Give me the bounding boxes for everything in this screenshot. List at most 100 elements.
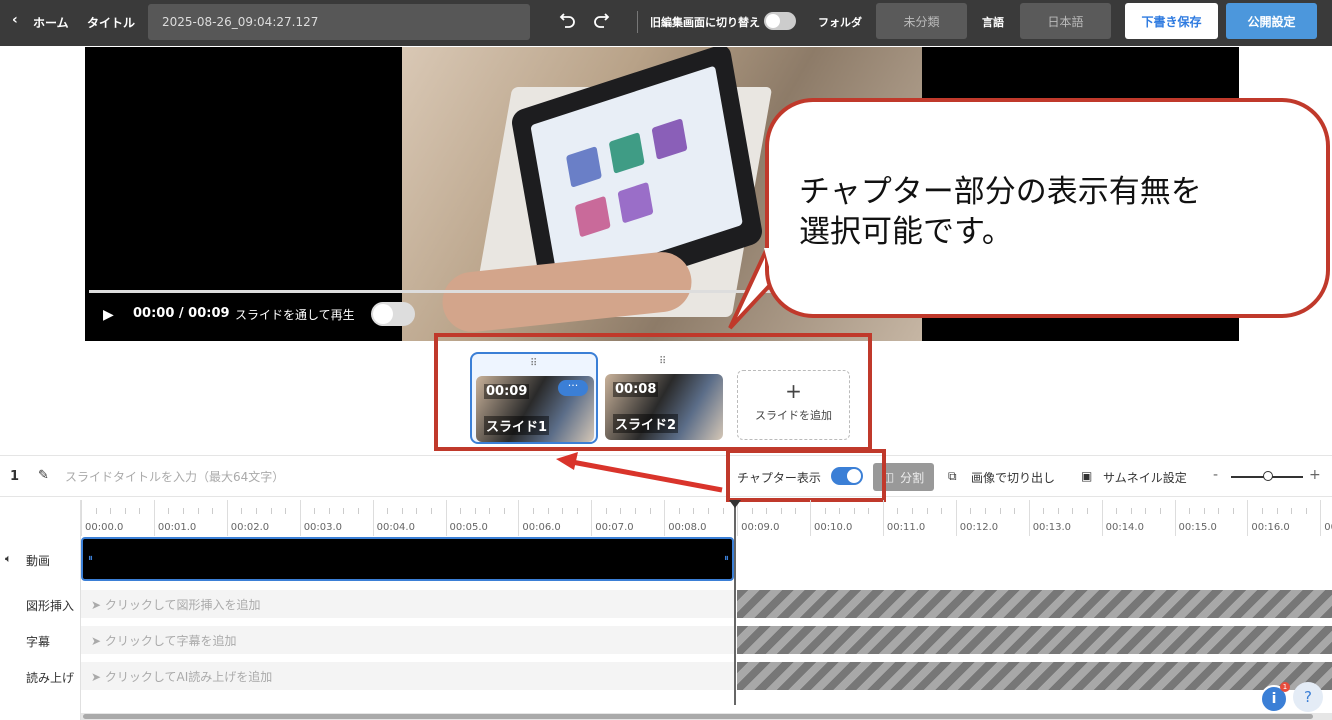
ruler-minor-tick bbox=[1261, 508, 1263, 514]
ruler-label: 00:02.0 bbox=[230, 522, 270, 533]
disabled-region bbox=[737, 590, 1332, 618]
ruler-label: 00:15.0 bbox=[1178, 522, 1217, 533]
zoom-out-button[interactable]: - bbox=[1213, 467, 1218, 483]
narration-track-hint: クリックしてAI読み上げを追加 bbox=[104, 670, 273, 684]
title-input[interactable]: 2025-08-26_09:04:27.127 bbox=[148, 4, 530, 40]
back-chevron-icon[interactable]: ‹ bbox=[12, 12, 18, 28]
ruler-minor-tick bbox=[430, 508, 432, 514]
undo-icon[interactable] bbox=[556, 10, 580, 34]
ruler-label: 00:07.0 bbox=[595, 522, 634, 533]
title-label: タイトル bbox=[87, 16, 136, 30]
ruler-minor-tick bbox=[1057, 508, 1059, 514]
ruler-minor-tick bbox=[532, 508, 534, 514]
callout-line-2: 選択可能です。 bbox=[799, 214, 1013, 250]
track-label-narration: 読み上げ bbox=[26, 671, 75, 685]
ruler-minor-tick bbox=[824, 508, 826, 514]
slide-number: 1 bbox=[10, 469, 20, 484]
slide-title-input[interactable]: スライドタイトルを入力（最大64文字） bbox=[65, 468, 284, 485]
shape-track[interactable]: ➤ クリックして図形挿入を追加 bbox=[81, 590, 734, 618]
ruler-minor-tick bbox=[387, 508, 389, 514]
ruler-minor-tick bbox=[197, 508, 199, 514]
slide-card[interactable]: ⠿ 00:08 スライド2 bbox=[601, 352, 729, 444]
ruler-label: 00 bbox=[1324, 522, 1332, 533]
ruler-minor-tick bbox=[853, 508, 855, 514]
folder-select[interactable]: 未分類 bbox=[876, 3, 967, 39]
ruler-major-tick bbox=[1247, 500, 1249, 536]
publish-settings-button[interactable]: 公開設定 bbox=[1226, 3, 1317, 39]
zoom-in-button[interactable]: + bbox=[1309, 467, 1321, 483]
crop-image-button[interactable]: 画像で切り出し bbox=[971, 469, 1055, 486]
ruler-minor-tick bbox=[401, 508, 403, 514]
ruler-major-tick bbox=[153, 500, 155, 536]
video-time: 00:00 / 00:09 bbox=[133, 306, 230, 321]
ruler-minor-tick bbox=[897, 508, 899, 514]
drag-handle-icon[interactable]: ⠿ bbox=[530, 358, 537, 369]
play-through-toggle[interactable] bbox=[371, 302, 415, 326]
ruler-label: 00:10.0 bbox=[814, 522, 853, 533]
video-clip[interactable]: ⏸︎ ⏸︎ bbox=[81, 537, 734, 581]
save-draft-button[interactable]: 下書き保存 bbox=[1125, 3, 1218, 39]
ruler-label: 00:01.0 bbox=[157, 522, 197, 533]
thumbnail-settings-button[interactable]: サムネイル設定 bbox=[1103, 469, 1187, 486]
slide-thumbnail: 00:09 スライド1 ··· bbox=[476, 376, 594, 442]
ruler-minor-tick bbox=[1203, 508, 1205, 514]
ruler-minor-tick bbox=[722, 508, 724, 514]
clip-handle-right[interactable]: ⏸︎ bbox=[724, 553, 729, 564]
more-icon[interactable]: ··· bbox=[558, 380, 588, 396]
language-select[interactable]: 日本語 bbox=[1020, 3, 1111, 39]
playhead[interactable] bbox=[734, 500, 736, 705]
slide-name: スライド1 bbox=[484, 416, 550, 435]
ruler-minor-tick bbox=[1291, 508, 1293, 514]
volume-icon[interactable]: 🔈︎ bbox=[5, 552, 12, 566]
crop-image-icon[interactable]: ⧉ bbox=[948, 469, 957, 484]
thumbnail-icon[interactable]: ▣ bbox=[1081, 469, 1092, 483]
cursor-icon: ➤ bbox=[91, 598, 105, 612]
cursor-icon: ➤ bbox=[91, 670, 105, 684]
ruler-minor-tick bbox=[999, 508, 1001, 514]
play-through-label: スライドを通して再生 bbox=[235, 308, 355, 322]
callout-line-1: チャプター部分の表示有無を bbox=[799, 174, 1202, 210]
ruler-minor-tick bbox=[1232, 508, 1234, 514]
timeline-ruler[interactable]: 00:00.0 00:01.0 00:02.0 00:03.0 00:04.0 00:05… bbox=[81, 500, 1332, 536]
ruler-minor-tick bbox=[868, 508, 870, 514]
old-editor-toggle[interactable] bbox=[764, 12, 796, 30]
help-button[interactable]: ? bbox=[1293, 682, 1323, 712]
play-icon[interactable]: ▶ bbox=[103, 307, 117, 323]
ruler-label: 00:05.0 bbox=[449, 522, 488, 533]
ruler-minor-tick bbox=[1043, 508, 1045, 514]
ruler-label: 00:03.0 bbox=[303, 522, 343, 533]
ruler-major-tick bbox=[664, 500, 666, 536]
ruler-major-tick bbox=[372, 500, 374, 536]
highlight-box-chapter bbox=[726, 449, 886, 502]
language-label: 言語 bbox=[982, 16, 1004, 29]
old-editor-label: 旧編集画面に切り替え bbox=[650, 16, 760, 29]
cursor-icon: ➤ bbox=[91, 634, 105, 648]
slide-card[interactable]: ⠿ 00:09 スライド1 ··· bbox=[470, 352, 598, 444]
ruler-label: 00:08.0 bbox=[668, 522, 707, 533]
ruler-minor-tick bbox=[620, 508, 622, 514]
subtitle-track[interactable]: ➤ クリックして字幕を追加 bbox=[81, 626, 734, 654]
add-slide-label: スライドを追加 bbox=[755, 409, 832, 422]
playhead-marker[interactable] bbox=[729, 500, 741, 508]
ruler-major-tick bbox=[1174, 500, 1176, 536]
home-link[interactable]: ホーム bbox=[33, 14, 69, 31]
ruler-minor-tick bbox=[124, 508, 126, 514]
slide-thumbnail: 00:08 スライド2 bbox=[605, 374, 723, 440]
ruler-minor-tick bbox=[183, 508, 185, 514]
ruler-label: 00:16.0 bbox=[1251, 522, 1290, 533]
timeline-scrollbar[interactable] bbox=[81, 713, 1332, 720]
ruler-major-tick bbox=[299, 500, 301, 536]
redo-icon[interactable] bbox=[589, 10, 613, 34]
ruler-label: 00:04.0 bbox=[376, 522, 415, 533]
narration-track[interactable]: ➤ クリックしてAI読み上げを追加 bbox=[81, 662, 734, 690]
ruler-minor-tick bbox=[1130, 508, 1132, 514]
ruler-minor-tick bbox=[547, 508, 549, 514]
zoom-slider-handle[interactable] bbox=[1263, 471, 1273, 481]
drag-handle-icon[interactable]: ⠿ bbox=[659, 356, 666, 367]
ruler-label: 00:12.0 bbox=[959, 522, 999, 533]
ruler-minor-tick bbox=[503, 508, 505, 514]
add-slide-button[interactable]: + スライドを追加 bbox=[737, 370, 850, 440]
clip-handle-left[interactable]: ⏸︎ bbox=[88, 553, 93, 564]
track-label-video: 動画 bbox=[26, 554, 51, 568]
scrollbar-thumb[interactable] bbox=[83, 714, 1313, 719]
